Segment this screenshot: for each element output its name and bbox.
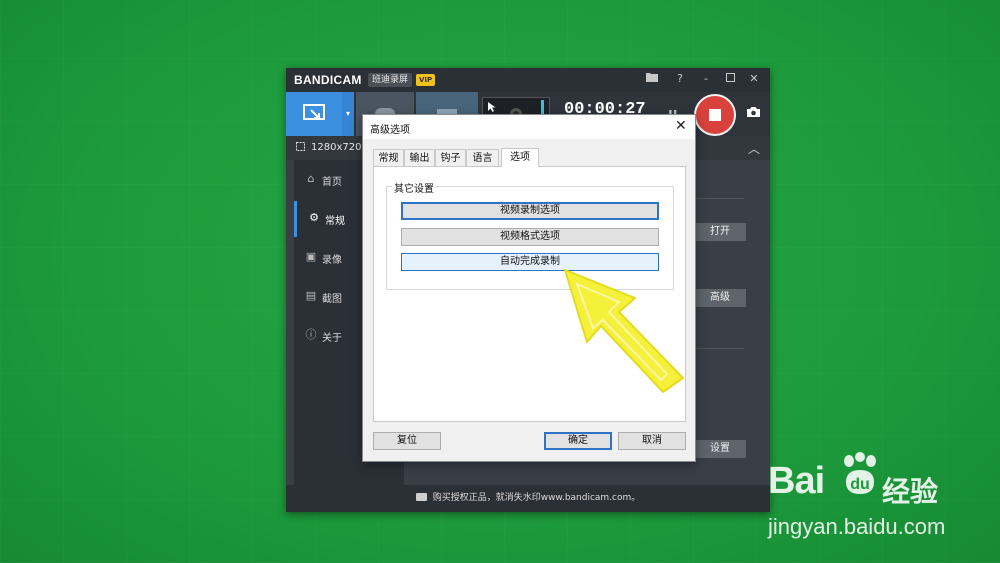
sidebar-item-label: 关于 [322, 333, 342, 344]
sidebar-item-label: 首页 [322, 177, 342, 188]
footer-text[interactable]: 购买授权正品，就消失水印www.bandicam.com。 [433, 493, 641, 503]
help-icon[interactable]: ? [672, 71, 688, 87]
close-icon[interactable]: ✕ [675, 118, 687, 134]
settings-button[interactable]: 设置 [694, 440, 746, 458]
video-record-options-button[interactable]: 视频录制选项 [401, 202, 659, 220]
minimize-icon[interactable]: - [698, 71, 714, 87]
app-logo-sub: 班迪录屏 [368, 73, 413, 87]
tab-hook[interactable]: 钩子 [435, 149, 466, 166]
chevron-up-icon[interactable]: ︿ [748, 140, 760, 157]
region-icon [296, 142, 305, 151]
screen-record-mode-button[interactable] [286, 92, 342, 136]
close-icon[interactable]: ✕ [746, 71, 762, 87]
annotation-arrow-icon [564, 269, 684, 393]
svg-text:du: du [850, 476, 870, 493]
stop-icon [709, 109, 721, 121]
open-folder-button[interactable]: 打开 [694, 223, 746, 241]
info-icon: ⓘ [305, 328, 317, 341]
ok-button[interactable]: 确定 [544, 432, 612, 450]
app-logo: BANDICAM [294, 73, 362, 87]
cancel-button[interactable]: 取消 [618, 432, 686, 450]
footer-bar: 购买授权正品，就消失水印www.bandicam.com。 [286, 485, 770, 512]
resolution-text: 1280x720 [311, 142, 362, 153]
title-bar: BANDICAM 班迪录屏 VIP ? - ✕ [286, 68, 770, 92]
home-icon: ⌂ [307, 172, 315, 185]
resolution-label: 1280x720 [296, 142, 361, 153]
record-stop-button[interactable] [694, 94, 736, 136]
advanced-button[interactable]: 高级 [694, 289, 746, 307]
watermark-url: jingyan.baidu.com [768, 514, 946, 539]
vip-badge: VIP [416, 74, 436, 86]
cursor-icon [488, 102, 496, 112]
restore-icon[interactable] [722, 71, 738, 87]
image-icon: ▤ [305, 289, 317, 302]
folder-icon[interactable] [644, 71, 660, 87]
video-icon: ▣ [305, 250, 317, 263]
tab-language[interactable]: 语言 [466, 149, 499, 166]
tab-options[interactable]: 选项 [501, 148, 539, 167]
sidebar-item-label: 常规 [325, 216, 345, 227]
screenshot-camera-icon[interactable] [746, 106, 761, 122]
watermark-brand-cn: 经验 [882, 475, 939, 508]
reset-button[interactable]: 复位 [373, 432, 441, 450]
screen-rect-icon [303, 104, 325, 120]
gear-icon: ⚙ [309, 211, 319, 224]
chat-icon [415, 493, 427, 501]
paw-logo-icon: du [844, 452, 876, 494]
dialog-title: 高级选项 [370, 125, 410, 136]
dialog-title-bar: 高级选项 ✕ [363, 115, 695, 139]
sidebar-item-label: 截图 [322, 294, 342, 305]
tab-output[interactable]: 输出 [404, 149, 435, 166]
group-title: 其它设置 [392, 180, 436, 195]
baidu-watermark: Bai du 经验 jingyan.baidu.com [768, 452, 988, 552]
video-format-options-button[interactable]: 视频格式选项 [401, 228, 659, 246]
mode-dropdown-button[interactable]: ▾ [342, 92, 354, 136]
sidebar-item-label: 录像 [322, 255, 342, 266]
tab-general[interactable]: 常规 [373, 149, 404, 166]
